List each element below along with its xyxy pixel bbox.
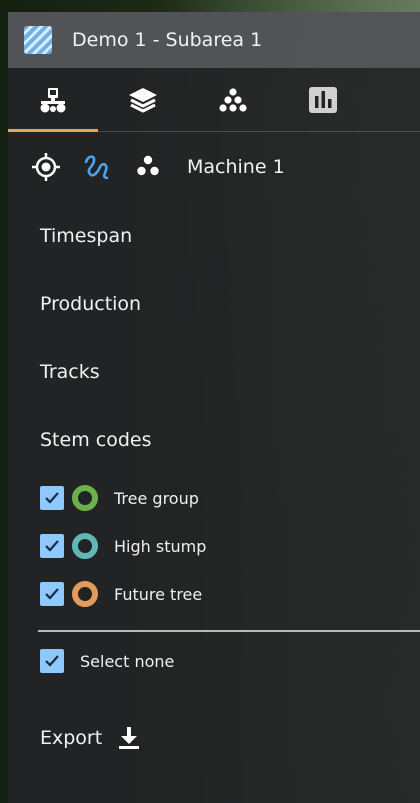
- stem-code-row[interactable]: High stump: [8, 522, 420, 570]
- machine-icon: [40, 88, 66, 113]
- stats-icon: [309, 87, 337, 113]
- select-none-row[interactable]: Select none: [8, 632, 420, 690]
- stem-code-label: Tree group: [114, 488, 199, 508]
- side-panel: Demo 1 - Subarea 1 Machine 1 Timespan Pr…: [8, 12, 420, 803]
- checkbox-tree-group[interactable]: [40, 486, 64, 510]
- tab-stems[interactable]: [188, 68, 278, 132]
- stem-code-label: Future tree: [114, 584, 203, 604]
- machine-toolbar: Machine 1: [8, 132, 420, 202]
- checkmark-icon: [45, 588, 59, 600]
- track-path-icon: [84, 155, 109, 180]
- checkmark-icon: [45, 655, 59, 667]
- tab-bar: [8, 68, 420, 132]
- export-button[interactable]: Export: [8, 708, 420, 768]
- stem-code-row[interactable]: Tree group: [8, 474, 420, 522]
- checkbox-future-tree[interactable]: [40, 582, 64, 606]
- future-tree-ring-icon: [72, 581, 98, 607]
- area-title: Demo 1 - Subarea 1: [72, 29, 263, 51]
- section-timespan[interactable]: Timespan: [8, 202, 420, 270]
- section-stem-codes[interactable]: Stem codes: [8, 406, 420, 474]
- machine-name: Machine 1: [187, 156, 285, 178]
- tracks-toggle-button[interactable]: [81, 151, 113, 183]
- section-tracks[interactable]: Tracks: [8, 338, 420, 406]
- section-production[interactable]: Production: [8, 270, 420, 338]
- stems-button[interactable]: [132, 151, 164, 183]
- checkmark-icon: [45, 540, 59, 552]
- select-none-label: Select none: [80, 651, 175, 671]
- stems-pile-icon: [219, 88, 247, 112]
- export-label: Export: [40, 727, 103, 749]
- stem-code-row[interactable]: Future tree: [8, 570, 420, 618]
- checkbox-high-stump[interactable]: [40, 534, 64, 558]
- tab-machine[interactable]: [8, 68, 98, 132]
- area-hatch-icon: [24, 26, 52, 54]
- checkbox-select-none[interactable]: [40, 649, 64, 673]
- high-stump-ring-icon: [72, 533, 98, 559]
- panel-header: Demo 1 - Subarea 1: [8, 12, 420, 68]
- tree-group-ring-icon: [72, 485, 98, 511]
- locate-button[interactable]: [30, 151, 62, 183]
- layers-icon: [129, 88, 157, 113]
- tab-layers[interactable]: [98, 68, 188, 132]
- download-icon: [119, 727, 140, 749]
- checkmark-icon: [45, 492, 59, 504]
- stems-dots-icon: [137, 155, 159, 176]
- stem-code-label: High stump: [114, 536, 207, 556]
- tab-stats[interactable]: [278, 68, 368, 132]
- crosshair-icon: [32, 153, 60, 181]
